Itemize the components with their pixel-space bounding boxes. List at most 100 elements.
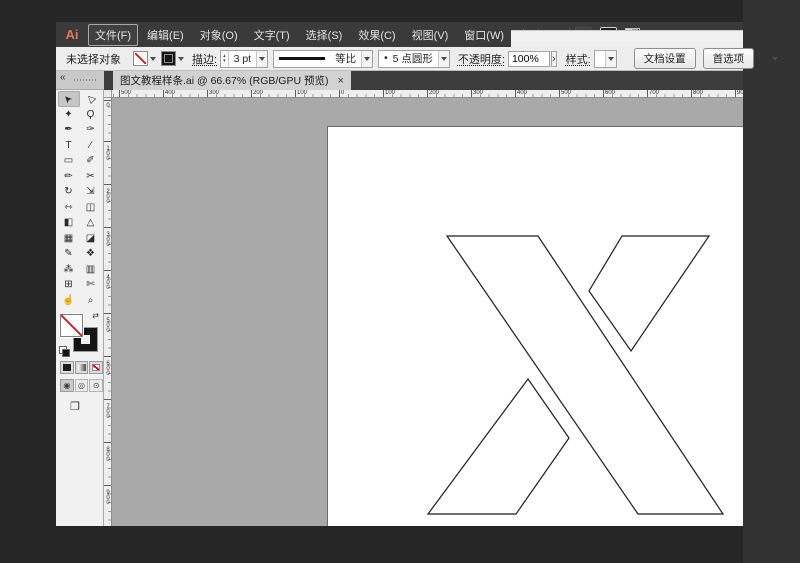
width-tool[interactable]: ⇿ — [58, 200, 80, 216]
gradient-tool-icon: ◪ — [85, 232, 96, 244]
lasso-tool-icon: Ϙ — [86, 108, 95, 120]
paintbrush-tool[interactable]: ✐ — [80, 153, 102, 169]
eyedropper-tool[interactable]: ✎ — [58, 246, 80, 262]
line-segment-tool[interactable]: ∕ — [80, 138, 102, 154]
curvature-tool[interactable]: ✑ — [80, 122, 102, 138]
panel-menu-icon[interactable]: ⊟ — [761, 52, 770, 65]
document-tab[interactable]: 图文教程样条.ai @ 66.67% (RGB/GPU 预览) × — [113, 71, 351, 90]
slice-tool[interactable]: ✄ — [80, 277, 102, 293]
stroke-weight-field[interactable]: ▴ ▾ 3 pt — [220, 49, 269, 68]
rectangle-tool[interactable]: ▭ — [58, 153, 80, 169]
pen-tool[interactable]: ✒ — [58, 122, 80, 138]
zoom-tool[interactable]: ⌕ — [80, 293, 102, 309]
swap-fill-stroke-icon[interactable]: ⇄ — [92, 311, 99, 320]
draw-normal-mode[interactable]: ◉ — [60, 379, 74, 392]
column-graph-tool[interactable]: ▥ — [80, 262, 102, 278]
x-letter-bottom-left-piece[interactable] — [426, 377, 570, 515]
mesh-tool[interactable]: ▦ — [58, 231, 80, 247]
default-fill-stroke-icon[interactable] — [59, 346, 70, 357]
selection-tool[interactable]: ➤ — [57, 91, 80, 107]
h-ruler-label: 100 — [385, 90, 396, 96]
opacity-input[interactable] — [507, 50, 550, 67]
fill-stroke-indicator: ⇄ — [59, 311, 99, 357]
gradient-button[interactable] — [74, 361, 89, 374]
style-dropdown[interactable] — [593, 49, 617, 68]
artboard-tool[interactable]: ⊞ — [58, 277, 80, 293]
fill-color-swatch[interactable] — [133, 51, 148, 66]
preferences-button[interactable]: 首选项 — [702, 48, 755, 69]
collapse-panel-icon[interactable]: « — [60, 72, 66, 83]
draw-behind-mode[interactable]: ◎ — [74, 379, 89, 392]
artboard[interactable] — [327, 126, 743, 526]
shaper-tool-icon: ✏ — [64, 170, 73, 182]
stroke-label[interactable]: 描边: — [192, 51, 217, 67]
control-bar: 未选择对象 描边: ▴ ▾ 3 pt 等比 • 5 点圆形 不透明度: 100%… — [56, 47, 779, 71]
document-setup-button[interactable]: 文档设置 — [633, 48, 696, 69]
stroke-weight-chevron-down-icon[interactable] — [256, 50, 268, 67]
fill-chevron-down-icon[interactable] — [148, 52, 157, 65]
menu-item[interactable]: 效果(C) — [351, 24, 402, 46]
stroke-weight-stepper[interactable]: ▴ ▾ — [221, 50, 229, 67]
menu-item[interactable]: 文字(T) — [247, 24, 297, 46]
menu-item[interactable]: 对象(O) — [193, 24, 245, 46]
close-tab-icon[interactable]: × — [337, 75, 343, 87]
menu-item[interactable]: 视图(V) — [405, 24, 456, 46]
x-letter-top-right-piece[interactable] — [588, 235, 711, 353]
perspective-grid-tool[interactable]: △ — [80, 215, 102, 231]
scissors-tool[interactable]: ✂ — [80, 169, 102, 185]
pen-tool-icon: ✒ — [64, 124, 73, 136]
symbol-sprayer-tool[interactable]: ⁂ — [58, 262, 80, 278]
screen-mode-button[interactable]: ❐ — [70, 400, 103, 413]
width-profile-dropdown[interactable]: 等比 — [273, 49, 374, 68]
direct-selection-tool[interactable]: ▷ — [80, 91, 102, 107]
shape-builder-tool[interactable]: ◧ — [58, 215, 80, 231]
stepper-down-icon[interactable]: ▾ — [223, 58, 226, 64]
gradient-tool[interactable]: ◪ — [80, 231, 102, 247]
horizontal-ruler[interactable]: 500 400 300 200 100 0 100 200 300 400 500 600 700 800… — [112, 90, 743, 98]
opacity-label[interactable]: 不透明度: — [458, 51, 505, 67]
fill-proxy-swatch[interactable] — [60, 314, 83, 337]
v-ruler-label: 100 — [105, 146, 111, 161]
h-ruler-label: 800 — [693, 90, 704, 96]
brush-chevron-down-icon[interactable] — [437, 50, 449, 67]
none-button[interactable] — [89, 361, 104, 374]
brush-name: 5 点圆形 — [392, 53, 433, 65]
magic-wand-tool[interactable]: ✦ — [58, 107, 80, 123]
menu-item[interactable]: 窗口(W) — [457, 24, 511, 46]
menu-item[interactable]: 选择(S) — [299, 24, 350, 46]
v-ruler-label: 400 — [105, 275, 111, 290]
v-ruler-label: 700 — [105, 404, 111, 419]
curvature-tool-icon: ✑ — [86, 124, 95, 136]
lasso-tool[interactable]: Ϙ — [80, 107, 102, 123]
style-label[interactable]: 样式: — [566, 51, 591, 67]
panel-menu-chevron-down-icon[interactable] — [772, 52, 779, 65]
style-chevron-down-icon[interactable] — [604, 50, 616, 67]
panel-drag-handle[interactable] — [74, 79, 98, 81]
ruler-origin-corner[interactable] — [104, 90, 112, 98]
draw-inside-mode[interactable]: ⊙ — [89, 379, 104, 392]
shaper-tool[interactable]: ✏ — [58, 169, 80, 185]
illustrator-logo-icon: Ai — [65, 26, 79, 42]
hand-tool[interactable]: ☝ — [58, 293, 80, 309]
width-profile-chevron-down-icon[interactable] — [361, 50, 373, 67]
rotate-tool[interactable]: ↻ — [58, 184, 80, 200]
menu-item[interactable]: 文件(F) — [88, 23, 139, 46]
blend-tool-icon: ❖ — [86, 248, 95, 260]
h-ruler-label: 700 — [649, 90, 660, 96]
eyedropper-tool-icon: ✎ — [64, 248, 73, 260]
shape-builder-tool-icon: ◧ — [63, 217, 74, 229]
menu-item[interactable]: 编辑(E) — [140, 24, 191, 46]
canvas-viewport[interactable] — [112, 98, 743, 526]
scale-tool[interactable]: ⇲ — [80, 184, 102, 200]
column-graph-tool-icon: ▥ — [85, 263, 96, 275]
opacity-more-button[interactable]: › — [550, 50, 557, 67]
stroke-chevron-down-icon[interactable] — [176, 52, 185, 65]
type-tool[interactable]: T — [58, 138, 80, 154]
vertical-ruler[interactable]: 01002003004005006007008009001000 — [104, 98, 112, 526]
free-transform-tool[interactable]: ◫ — [80, 200, 102, 216]
color-button[interactable] — [60, 361, 74, 374]
stroke-color-swatch[interactable] — [161, 51, 176, 66]
brush-dropdown[interactable]: • 5 点圆形 — [378, 49, 450, 68]
blend-tool[interactable]: ❖ — [80, 246, 102, 262]
h-ruler-label: 600 — [605, 90, 616, 96]
